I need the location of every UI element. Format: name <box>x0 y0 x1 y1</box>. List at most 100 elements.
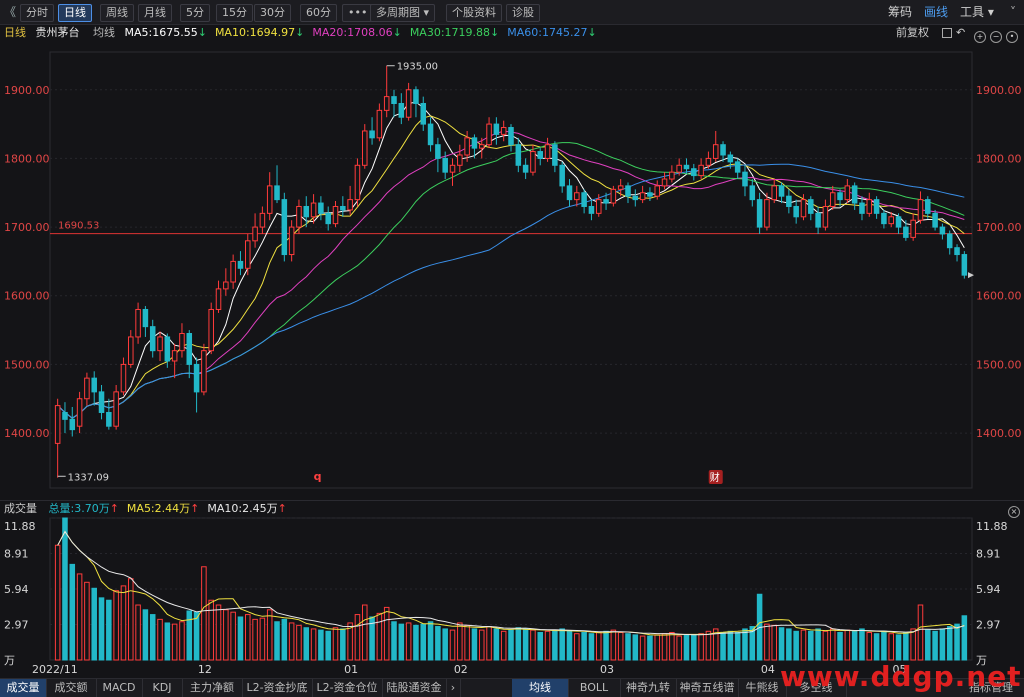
volume-bar <box>822 630 829 661</box>
candle-body <box>566 185 573 201</box>
candle-body <box>661 178 668 187</box>
volume-bar <box>84 581 90 661</box>
volume-bar <box>76 573 83 661</box>
volume-chart[interactable]: 11.88 11.888.91 8.915.94 5.942.97 2.97万 万2022… <box>0 516 1024 678</box>
volume-bar <box>171 623 178 661</box>
volume-bar <box>449 629 456 661</box>
candle-body <box>771 185 777 201</box>
candle-body <box>808 199 814 214</box>
candle-body <box>237 260 244 269</box>
volume-bar <box>530 629 536 661</box>
candle-body <box>837 192 843 201</box>
candle-body <box>478 144 485 149</box>
overlay-tab-3[interactable]: 神奇五线谱 <box>676 679 739 697</box>
volume-bar <box>464 624 470 661</box>
volume-bar <box>654 634 661 661</box>
multi-period-dropdown[interactable]: 多周期图 ▾ <box>370 4 436 22</box>
candle-body <box>522 164 529 173</box>
candle-body <box>734 161 741 173</box>
volume-bar <box>808 630 814 661</box>
candle-body <box>647 192 653 197</box>
volume-ma5-line <box>57 530 965 636</box>
x-axis-label: 04 <box>761 663 775 676</box>
volume-bar <box>844 629 851 661</box>
stock-name: 贵州茅台 <box>35 26 80 39</box>
indicator-tab-3[interactable]: KDJ <box>142 679 183 697</box>
indicator-tab-6[interactable]: L2-资金仓位 <box>312 679 383 697</box>
undo-icon[interactable]: ↶ <box>956 24 965 42</box>
volume-bar <box>815 628 821 661</box>
indicator-tab-1[interactable]: 成交额 <box>46 679 97 697</box>
volume-bar <box>632 634 639 661</box>
candle-body <box>742 171 748 187</box>
candle-body <box>720 144 726 156</box>
more-button[interactable]: ••• <box>342 4 374 22</box>
candle-body <box>632 195 639 201</box>
indicator-tab-5[interactable]: L2-资金抄底 <box>242 679 313 697</box>
tab-1[interactable]: 日线 <box>58 4 92 22</box>
candle-body <box>946 233 953 249</box>
volume-bar <box>910 628 916 661</box>
candle-body <box>310 202 317 218</box>
indicator-tab-0[interactable]: 成交量 <box>0 679 47 697</box>
candle-body <box>98 391 105 413</box>
candle-body <box>881 212 887 225</box>
tab-6[interactable]: 30分 <box>254 4 291 22</box>
volume-bar <box>201 566 207 661</box>
candle-body <box>91 377 97 393</box>
candle-body <box>201 350 207 393</box>
candle-body <box>435 144 441 159</box>
indicator-tab-2[interactable]: MACD <box>96 679 143 697</box>
tab-3[interactable]: 月线 <box>138 4 172 22</box>
candle-body <box>252 226 258 242</box>
candle-body <box>932 212 938 228</box>
volume-bar <box>676 635 682 661</box>
tab-4[interactable]: 5分 <box>180 4 210 22</box>
overlay-tab-2[interactable]: 神奇九转 <box>620 679 677 697</box>
candle-body <box>581 192 587 207</box>
chip-button[interactable]: 筹码 <box>888 4 912 20</box>
diagnose-button[interactable]: 诊股 <box>506 4 540 22</box>
rehab-dropdown[interactable]: 前复权 <box>896 24 929 42</box>
tab-5[interactable]: 15分 <box>216 4 253 22</box>
price-chart[interactable]: 1900.00 1900.00 1800.00 1800.00 1700.00 1700.… <box>0 42 1024 500</box>
volume-bar <box>186 610 193 661</box>
volume-bar <box>537 632 544 661</box>
avg-line-label[interactable]: 均线 <box>93 26 115 39</box>
volume-bar <box>661 633 668 661</box>
volume-tick-left: 8.91 <box>4 548 29 561</box>
indicator-tab-7[interactable]: 陆股通资金 <box>382 679 447 697</box>
candle-body <box>106 411 112 427</box>
candle-body <box>595 199 602 214</box>
volume-bar <box>588 633 595 661</box>
plot-frame <box>49 51 973 489</box>
up-arrow-icon: ↑ <box>190 502 200 515</box>
indicator-tab-4[interactable]: 主力净额 <box>182 679 243 697</box>
volume-bar <box>266 609 273 661</box>
current-price-marker <box>968 272 974 279</box>
volume-title: 成交量 <box>4 502 37 515</box>
period-label: 日线 <box>4 26 26 39</box>
overlay-tab-0[interactable]: 均线 <box>512 679 569 697</box>
dropdown-icon[interactable] <box>942 28 952 38</box>
draw-line-button[interactable]: 画线 <box>924 4 948 20</box>
stock-info-button[interactable]: 个股资料 <box>446 4 502 22</box>
overlay-tab-1[interactable]: BOLL <box>568 679 621 697</box>
candle-body <box>764 199 770 228</box>
scroll-right-icon[interactable]: › <box>446 679 461 697</box>
ma-value-0: MA5:1675.55 <box>124 26 198 39</box>
candle-body <box>457 154 463 166</box>
tab-7[interactable]: 60分 <box>300 4 337 22</box>
tab-2[interactable]: 周线 <box>100 4 134 22</box>
menu-chevron-icon[interactable]: ˅ <box>1010 4 1016 20</box>
tab-0[interactable]: 分时 <box>20 4 54 22</box>
candle-body <box>405 89 412 118</box>
candle-body <box>274 185 280 201</box>
collapse-icon[interactable]: 《 <box>4 4 16 20</box>
volume-bar <box>318 629 324 661</box>
candle-body <box>500 127 507 135</box>
tools-dropdown[interactable]: 工具 ▾ <box>960 4 994 20</box>
volume-bar <box>230 611 236 661</box>
candle-body <box>340 205 346 211</box>
volume-bar <box>566 630 573 661</box>
